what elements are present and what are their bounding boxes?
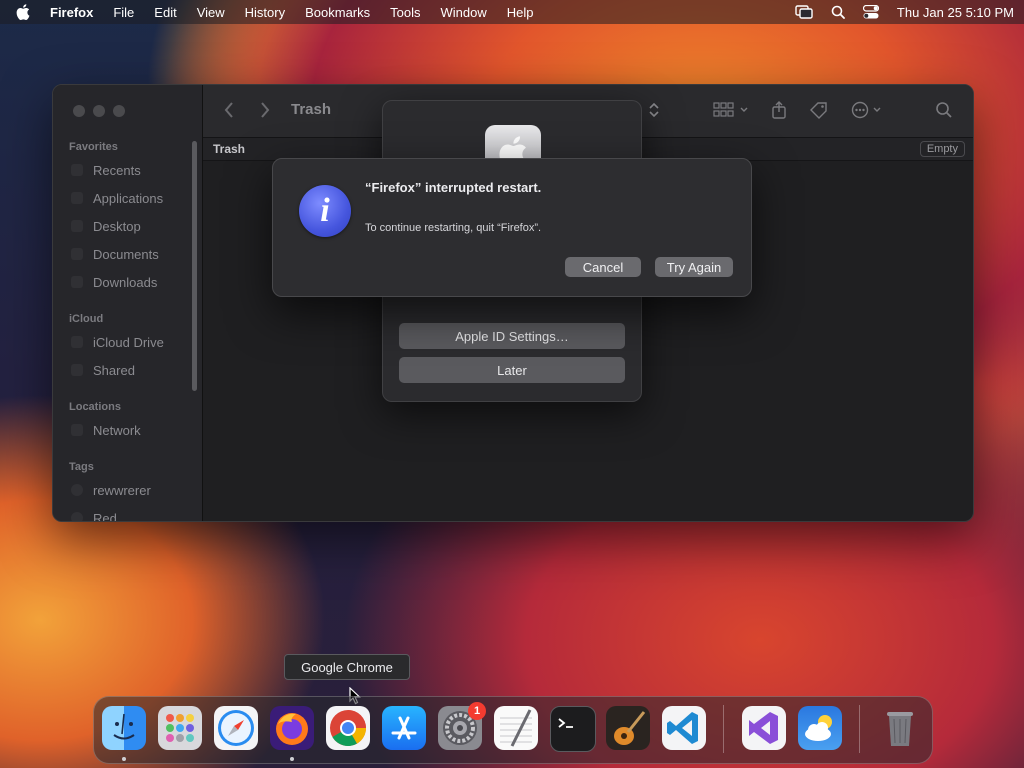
alert-title: “Firefox” interrupted restart. (365, 180, 542, 195)
spotlight-search-icon[interactable] (831, 5, 845, 19)
alert-message: To continue restarting, quit “Firefox”. (365, 222, 542, 234)
icloud-drive-icon (71, 336, 83, 348)
menu-history[interactable]: History (245, 5, 285, 20)
cancel-button[interactable]: Cancel (565, 257, 641, 277)
search-icon[interactable] (935, 101, 953, 124)
firefox-app-icon[interactable] (270, 706, 314, 750)
menu-file[interactable]: File (113, 5, 134, 20)
sidebar-section-icloud: iCloud (69, 313, 104, 325)
visual-studio-app-icon[interactable] (742, 706, 786, 750)
window-controls (73, 105, 133, 117)
applications-icon (71, 192, 83, 204)
sidebar-item-applications[interactable]: Applications (93, 191, 163, 206)
sidebar-item-icloud-drive[interactable]: iCloud Drive (93, 335, 164, 350)
menu-tools[interactable]: Tools (390, 5, 420, 20)
window-title: Trash (291, 101, 332, 118)
menu-window[interactable]: Window (441, 5, 487, 20)
view-options-icon[interactable] (713, 101, 751, 124)
recents-icon (71, 164, 83, 176)
weather-app-icon[interactable] (798, 706, 842, 750)
finder-sidebar: Favorites Recents Applications Desktop D… (53, 85, 203, 521)
sidebar-item-network[interactable]: Network (93, 423, 141, 438)
more-actions-icon[interactable] (851, 101, 887, 124)
close-window-button[interactable] (73, 105, 85, 117)
dock (93, 696, 933, 764)
share-icon[interactable] (771, 101, 787, 124)
finder-app-icon[interactable] (102, 706, 146, 750)
path-label: Trash (213, 142, 246, 156)
garageband-app-icon[interactable] (606, 706, 650, 750)
empty-trash-button[interactable]: Empty (919, 141, 965, 157)
minimize-window-button[interactable] (93, 105, 105, 117)
menubar-clock[interactable]: Thu Jan 25 5:10 PM (897, 5, 1014, 20)
sidebar-item-documents[interactable]: Documents (93, 247, 159, 262)
apple-menu-icon[interactable] (16, 4, 36, 20)
textedit-app-icon[interactable] (494, 706, 538, 750)
app-store-app-icon[interactable] (382, 706, 426, 750)
tag-icon[interactable] (809, 101, 829, 124)
dock-tooltip: Google Chrome (284, 654, 410, 680)
terminal-app-icon[interactable] (550, 706, 596, 752)
sidebar-section-tags: Tags (69, 461, 94, 473)
control-center-icon[interactable] (862, 5, 879, 19)
menu-help[interactable]: Help (507, 5, 534, 20)
later-button[interactable]: Later (399, 357, 625, 383)
menu-view[interactable]: View (197, 5, 225, 20)
system-settings-badge: 1 (468, 702, 486, 720)
apple-id-settings-button[interactable]: Apple ID Settings… (399, 323, 625, 349)
desktop-icon (71, 220, 83, 232)
info-icon: i (299, 185, 351, 237)
trash-app-icon[interactable] (878, 706, 922, 750)
sidebar-item-recents[interactable]: Recents (93, 163, 141, 178)
menu-bookmarks[interactable]: Bookmarks (305, 5, 370, 20)
menu-app-name[interactable]: Firefox (50, 5, 93, 20)
safari-app-icon[interactable] (214, 706, 258, 750)
firefox-running-indicator (290, 757, 294, 761)
screen-mirroring-icon[interactable] (795, 5, 813, 19)
launchpad-app-icon[interactable] (158, 706, 202, 750)
zoom-window-button[interactable] (113, 105, 125, 117)
menu-edit[interactable]: Edit (154, 5, 176, 20)
shared-icon (71, 364, 83, 376)
dock-separator-trash (859, 705, 860, 753)
sidebar-item-shared[interactable]: Shared (93, 363, 135, 378)
documents-icon (71, 248, 83, 260)
interrupted-restart-alert: i “Firefox” interrupted restart. To cont… (272, 158, 752, 297)
finder-running-indicator (122, 757, 126, 761)
sidebar-section-favorites: Favorites (69, 141, 118, 153)
downloads-icon (71, 276, 83, 288)
forward-icon[interactable] (259, 101, 271, 124)
tag-color-icon (71, 484, 83, 496)
back-icon[interactable] (223, 101, 235, 124)
menu-bar: Firefox File Edit View History Bookmarks… (0, 0, 1024, 24)
google-chrome-app-icon[interactable] (326, 706, 370, 750)
sidebar-tag-red[interactable]: Red (93, 511, 117, 521)
visual-studio-code-app-icon[interactable] (662, 706, 706, 750)
sidebar-tag-rewwrerer[interactable]: rewwrerer (93, 483, 151, 498)
sort-updown-icon[interactable] (649, 101, 659, 124)
sidebar-item-downloads[interactable]: Downloads (93, 275, 157, 290)
sidebar-item-desktop[interactable]: Desktop (93, 219, 141, 234)
network-icon (71, 424, 83, 436)
sidebar-section-locations: Locations (69, 401, 121, 413)
tag-red-icon (71, 512, 83, 521)
try-again-button[interactable]: Try Again (655, 257, 733, 277)
dock-separator (723, 705, 724, 753)
sidebar-scrollbar[interactable] (192, 141, 197, 391)
